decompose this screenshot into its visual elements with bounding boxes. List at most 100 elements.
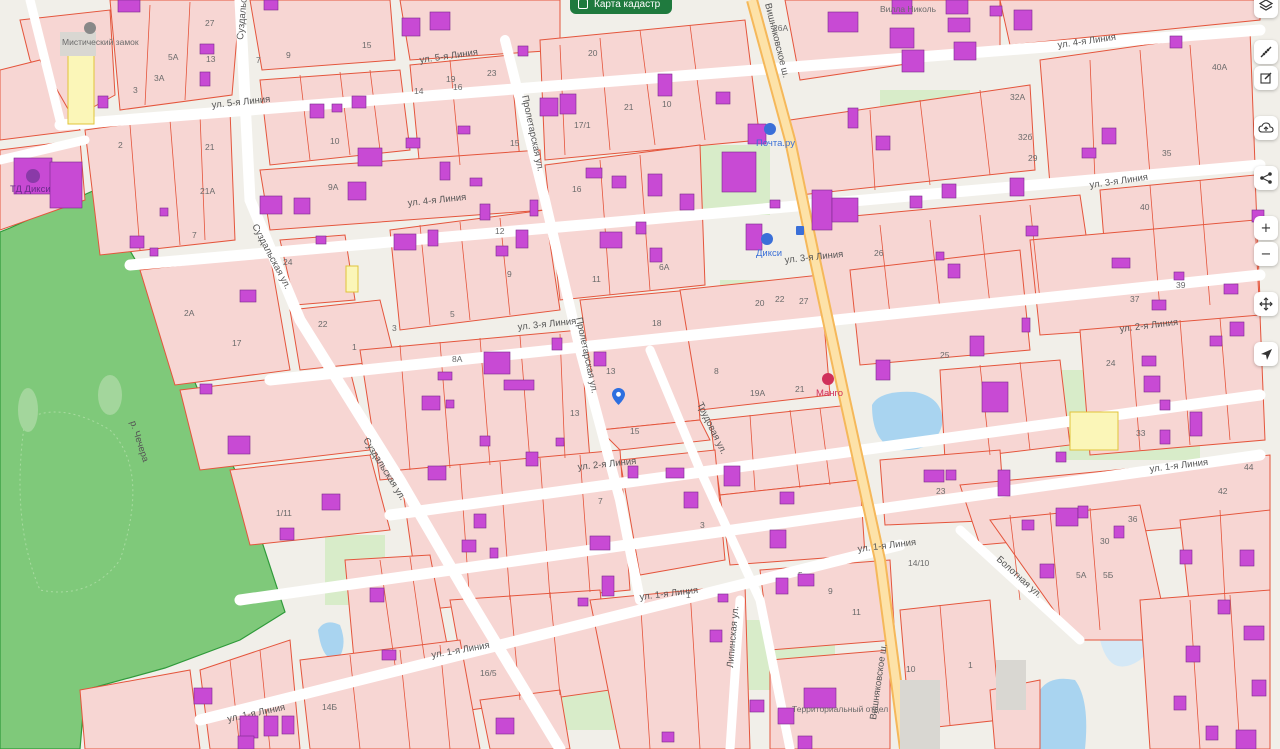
house-number: 5А — [168, 52, 179, 62]
edit-icon[interactable] — [1254, 66, 1278, 90]
house-number: 6А — [659, 262, 670, 272]
house-number: 40А — [1212, 62, 1227, 72]
house-number: 2 — [118, 140, 123, 150]
house-number: 1 — [686, 590, 691, 600]
house-number: 27 — [205, 18, 215, 28]
house-number: 42 — [1218, 486, 1228, 496]
house-number: 13 — [570, 408, 580, 418]
house-number: 16 — [572, 184, 582, 194]
poi-tp-dixi-label[interactable]: ТД Дикси — [10, 184, 51, 195]
poi-castle-label[interactable]: Мистический замок — [62, 37, 139, 47]
house-number: 35 — [1162, 148, 1172, 158]
house-number: 3 — [700, 520, 705, 530]
house-number: 14 — [414, 86, 424, 96]
house-number: 11 — [852, 607, 861, 617]
house-number: 10 — [906, 664, 916, 674]
clothing-poi-icon[interactable] — [822, 373, 834, 385]
house-number: 21 — [795, 384, 805, 394]
house-number: 7 — [598, 496, 603, 506]
house-number: 2А — [184, 308, 195, 318]
house-number: 16 — [453, 82, 463, 92]
house-number: 16/5 — [480, 668, 497, 678]
house-number: 21А — [200, 186, 215, 196]
house-number: 17 — [232, 338, 242, 348]
house-number: 26А — [773, 23, 788, 33]
house-number: 15 — [630, 426, 640, 436]
map-canvas[interactable]: ул. 5-я Линия ул. 5-я Линия ул. 4-я Лини… — [0, 0, 1280, 749]
zoom-out-icon[interactable]: − — [1254, 242, 1278, 266]
house-number: 5А — [1076, 570, 1087, 580]
checkbox-icon — [578, 0, 588, 9]
house-number: 14Б — [322, 702, 337, 712]
house-number: 27 — [799, 296, 809, 306]
house-number: 13 — [606, 366, 616, 376]
house-number: 39 — [1176, 280, 1186, 290]
house-number: 7 — [256, 55, 261, 65]
cadastral-map[interactable]: ул. 5-я Линия ул. 5-я Линия ул. 4-я Лини… — [0, 0, 1280, 749]
house-number: 23 — [487, 68, 497, 78]
house-number: 1 — [352, 342, 357, 352]
house-number: 29 — [1028, 153, 1038, 163]
house-number: 32А — [1010, 92, 1025, 102]
house-number: 15 — [362, 40, 372, 50]
house-number: 17/1 — [574, 120, 591, 130]
location-pin-icon[interactable] — [612, 388, 625, 405]
house-number: 18 — [652, 318, 662, 328]
house-number: 8 — [714, 366, 719, 376]
house-number: 3 — [392, 323, 397, 333]
house-number: 3 — [133, 85, 138, 95]
house-number: 32б — [1018, 132, 1032, 142]
house-number: 33 — [1136, 428, 1146, 438]
house-number: 37 — [1130, 294, 1140, 304]
house-number: 5 — [450, 309, 455, 319]
shop-poi-icon[interactable] — [761, 233, 773, 245]
poi-villa-label[interactable]: Вилла Николь — [880, 4, 937, 14]
house-number: 1 — [968, 660, 973, 670]
house-number: 12 — [495, 226, 505, 236]
house-number: 26 — [874, 248, 884, 258]
house-number: 1/11 — [276, 508, 292, 518]
house-number: 20 — [755, 298, 765, 308]
house-number: 30 — [1100, 536, 1110, 546]
upload-cloud-icon[interactable] — [1254, 116, 1278, 140]
layers-icon[interactable] — [1254, 0, 1278, 18]
house-number: 10 — [330, 136, 340, 146]
house-number: 9 — [828, 586, 833, 596]
poi-pochta-label[interactable]: Почта.ру — [756, 138, 795, 149]
house-number: 10 — [662, 99, 672, 109]
house-number: 25 — [940, 350, 950, 360]
shop-poi-icon[interactable] — [26, 169, 40, 183]
poi-dixi-label[interactable]: Дикси — [756, 248, 782, 259]
castle-poi-icon[interactable] — [84, 22, 96, 34]
house-number: 36 — [1128, 514, 1138, 524]
post-poi-icon[interactable] — [764, 123, 776, 135]
bus-stop-icon[interactable] — [796, 226, 804, 235]
pan-move-icon[interactable] — [1254, 292, 1278, 316]
poi-territorial-label[interactable]: Территориальный отдел — [792, 704, 888, 714]
house-number: 14/10 — [908, 558, 930, 568]
house-number: 40 — [1140, 202, 1150, 212]
house-number: 9А — [328, 182, 339, 192]
zoom-in-icon[interactable]: + — [1254, 216, 1278, 240]
ruler-icon[interactable] — [1254, 40, 1278, 64]
my-location-icon[interactable] — [1254, 342, 1278, 366]
house-number: 24 — [283, 257, 293, 267]
house-number: 24 — [1106, 358, 1116, 368]
house-number: 23 — [936, 486, 946, 496]
poi-mango-label[interactable]: Манго — [816, 388, 843, 399]
house-number: 3А — [154, 73, 165, 83]
house-number: 11 — [592, 274, 601, 284]
house-number: 22 — [775, 294, 785, 304]
house-number: 20 — [588, 48, 598, 58]
pond — [1033, 678, 1087, 749]
house-number: 8А — [452, 354, 463, 364]
map-toolbar: + − — [1252, 0, 1280, 749]
house-number: 5Б — [1103, 570, 1114, 580]
map-mode-label: Карта кадастр — [594, 0, 661, 10]
house-number: 15 — [510, 138, 520, 148]
house-number: 21 — [205, 142, 215, 152]
house-number: 9 — [507, 269, 512, 279]
map-mode-toggle-button[interactable]: Карта кадастр — [570, 0, 672, 14]
share-icon[interactable] — [1254, 166, 1278, 190]
house-number: 13 — [206, 54, 216, 64]
